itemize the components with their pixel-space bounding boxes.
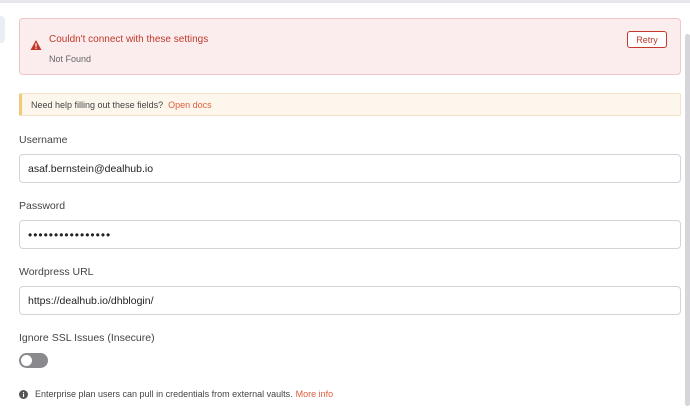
retry-button[interactable]: Retry [627,31,667,48]
username-field[interactable] [19,154,681,183]
footer-note: Enterprise plan users can pull in creden… [19,389,333,399]
error-message: Not Found [49,54,92,64]
top-border [0,0,690,3]
wordpress-url-label: Wordpress URL [19,266,94,278]
more-info-link[interactable]: More info [296,389,334,399]
scrollbar[interactable] [685,34,690,406]
warning-triangle-icon [30,40,42,50]
error-banner: Couldn't connect with these settings Not… [19,18,681,75]
help-text: Need help filling out these fields? [31,99,164,110]
info-circle-icon [19,389,28,399]
footer-text: Enterprise plan users can pull in creden… [35,389,293,399]
ignore-ssl-toggle[interactable] [19,353,48,368]
username-label: Username [19,134,68,146]
open-docs-link[interactable]: Open docs [168,100,212,110]
sidebar-edge [0,16,5,43]
ignore-ssl-label: Ignore SSL Issues (Insecure) [19,332,155,344]
error-title: Couldn't connect with these settings [49,34,209,45]
password-label: Password [19,200,66,212]
help-banner: Need help filling out these fields? Open… [19,93,681,116]
wordpress-url-field[interactable] [19,286,681,315]
password-field[interactable] [19,220,681,249]
toggle-knob [21,355,32,366]
